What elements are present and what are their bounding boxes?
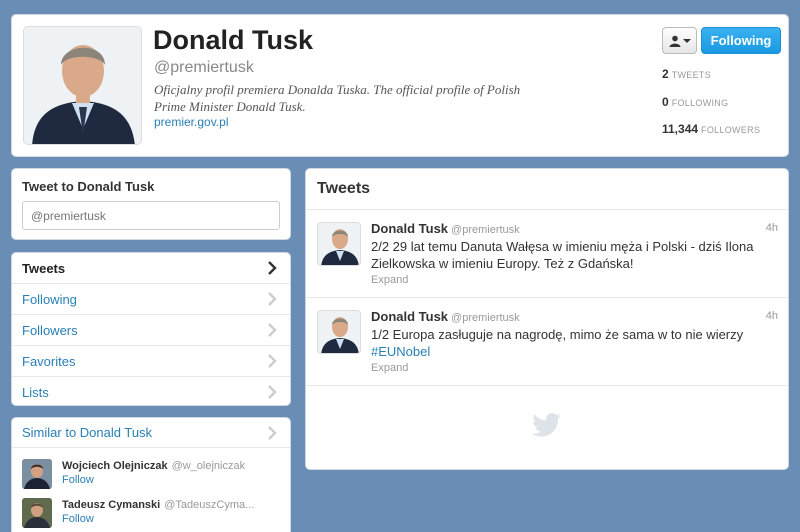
person-icon (669, 35, 680, 47)
tweets-heading: Tweets (306, 169, 788, 210)
tweet-to-box: Tweet to Donald Tusk (11, 168, 291, 240)
stat-following[interactable]: 0 FOLLOWING (662, 95, 728, 109)
stat-label: TWEETS (671, 70, 711, 80)
tweet-text-body: 1/2 Europa zasługuje na nagrodę, mimo że… (371, 327, 744, 342)
tweet-author-name: Donald Tusk (371, 309, 449, 324)
user-actions-button[interactable] (662, 27, 697, 54)
nav-item-label: Following (22, 291, 77, 307)
follow-link[interactable]: Follow (62, 513, 94, 525)
avatar[interactable] (317, 222, 361, 266)
hashtag-link[interactable]: #EUNobel (371, 344, 430, 359)
twitter-bird-icon (532, 413, 561, 437)
chevron-right-icon (268, 385, 277, 399)
similar-users-box: Similar to Donald Tusk Wojciech Olejnicz… (11, 417, 291, 532)
similar-user-handle: @TadeuszCyma... (164, 499, 255, 511)
chevron-right-icon (268, 323, 277, 337)
similar-user-row: Wojciech Olejniczak @w_olejniczak Follow (22, 459, 282, 491)
nav-item-tweets[interactable]: Tweets (12, 253, 290, 284)
nav-item-label: Followers (22, 322, 78, 338)
chevron-right-icon (268, 261, 277, 275)
stat-label: FOLLOWING (671, 98, 729, 108)
tweet-author-name: Donald Tusk (371, 221, 449, 236)
profile-handle: @premiertusk (154, 59, 254, 76)
tweet-to-title: Tweet to Donald Tusk (22, 179, 155, 194)
follow-link[interactable]: Follow (62, 474, 94, 486)
tweet-handle: @premiertusk (451, 312, 520, 324)
profile-nav: Tweets Following Followers Favorites Lis… (11, 252, 291, 406)
profile-url-link[interactable]: premier.gov.pl (154, 115, 228, 129)
tweet-author[interactable]: Donald Tusk @premiertusk (371, 221, 520, 236)
tweet-text: 1/2 Europa zasługuje na nagrodę, mimo że… (371, 326, 771, 360)
profile-header: Donald Tusk @premiertusk Oficjalny profi… (11, 14, 789, 157)
chevron-right-icon (268, 354, 277, 368)
similar-user-name-text: Wojciech Olejniczak (62, 460, 168, 472)
avatar[interactable] (22, 498, 52, 528)
stat-value: 0 (662, 95, 669, 109)
stat-value: 2 (662, 67, 669, 81)
expand-link[interactable]: Expand (371, 274, 408, 286)
tweet-author[interactable]: Donald Tusk @premiertusk (371, 309, 520, 324)
tweet-timestamp[interactable]: 4h (766, 310, 778, 322)
tweet-text: 2/2 29 lat temu Danuta Wałęsa w imieniu … (371, 239, 754, 271)
tweet-to-input[interactable] (22, 201, 280, 230)
chevron-right-icon (268, 292, 277, 306)
stat-followers[interactable]: 11,344 FOLLOWERS (662, 122, 760, 136)
profile-name: Donald Tusk (153, 25, 314, 55)
nav-item-following[interactable]: Following (12, 284, 290, 315)
tweet-handle: @premiertusk (451, 224, 520, 236)
similar-user-handle: @w_olejniczak (171, 460, 246, 472)
tweet-timestamp[interactable]: 4h (766, 222, 778, 234)
tweet-item[interactable]: Donald Tusk @premiertusk 4h 2/2 29 lat te… (306, 210, 788, 298)
nav-item-favorites[interactable]: Favorites (12, 346, 290, 377)
profile-avatar[interactable] (23, 26, 142, 145)
caret-down-icon (682, 38, 691, 43)
chevron-right-icon (268, 426, 277, 440)
similar-title-label: Similar to Donald Tusk (22, 425, 153, 440)
similar-title[interactable]: Similar to Donald Tusk (12, 418, 290, 448)
avatar[interactable] (317, 310, 361, 354)
similar-user-name-text: Tadeusz Cymanski (62, 499, 161, 511)
expand-link[interactable]: Expand (371, 362, 408, 374)
stat-label: FOLLOWERS (701, 125, 761, 135)
avatar[interactable] (22, 459, 52, 489)
nav-item-lists[interactable]: Lists (12, 377, 290, 405)
stat-tweets[interactable]: 2 TWEETS (662, 67, 711, 81)
tweet-item[interactable]: Donald Tusk @premiertusk 4h 1/2 Europa za… (306, 298, 788, 386)
nav-item-label: Favorites (22, 353, 76, 369)
similar-user-name[interactable]: Wojciech Olejniczak @w_olejniczak (62, 460, 245, 472)
nav-item-label: Lists (22, 385, 49, 400)
stat-value: 11,344 (662, 122, 699, 136)
similar-user-row: Tadeusz Cymanski @TadeuszCyma... Follow (22, 498, 282, 530)
following-button[interactable]: Following (701, 27, 781, 54)
nav-item-followers[interactable]: Followers (12, 315, 290, 346)
nav-item-label: Tweets (22, 260, 66, 276)
similar-user-name[interactable]: Tadeusz Cymanski @TadeuszCyma... (62, 499, 254, 511)
tweets-timeline: Tweets Donald Tusk @premiertusk 4h 2/2 29… (305, 168, 789, 470)
profile-bio: Oficjalny profil premiera Donalda Tuska.… (154, 82, 521, 114)
